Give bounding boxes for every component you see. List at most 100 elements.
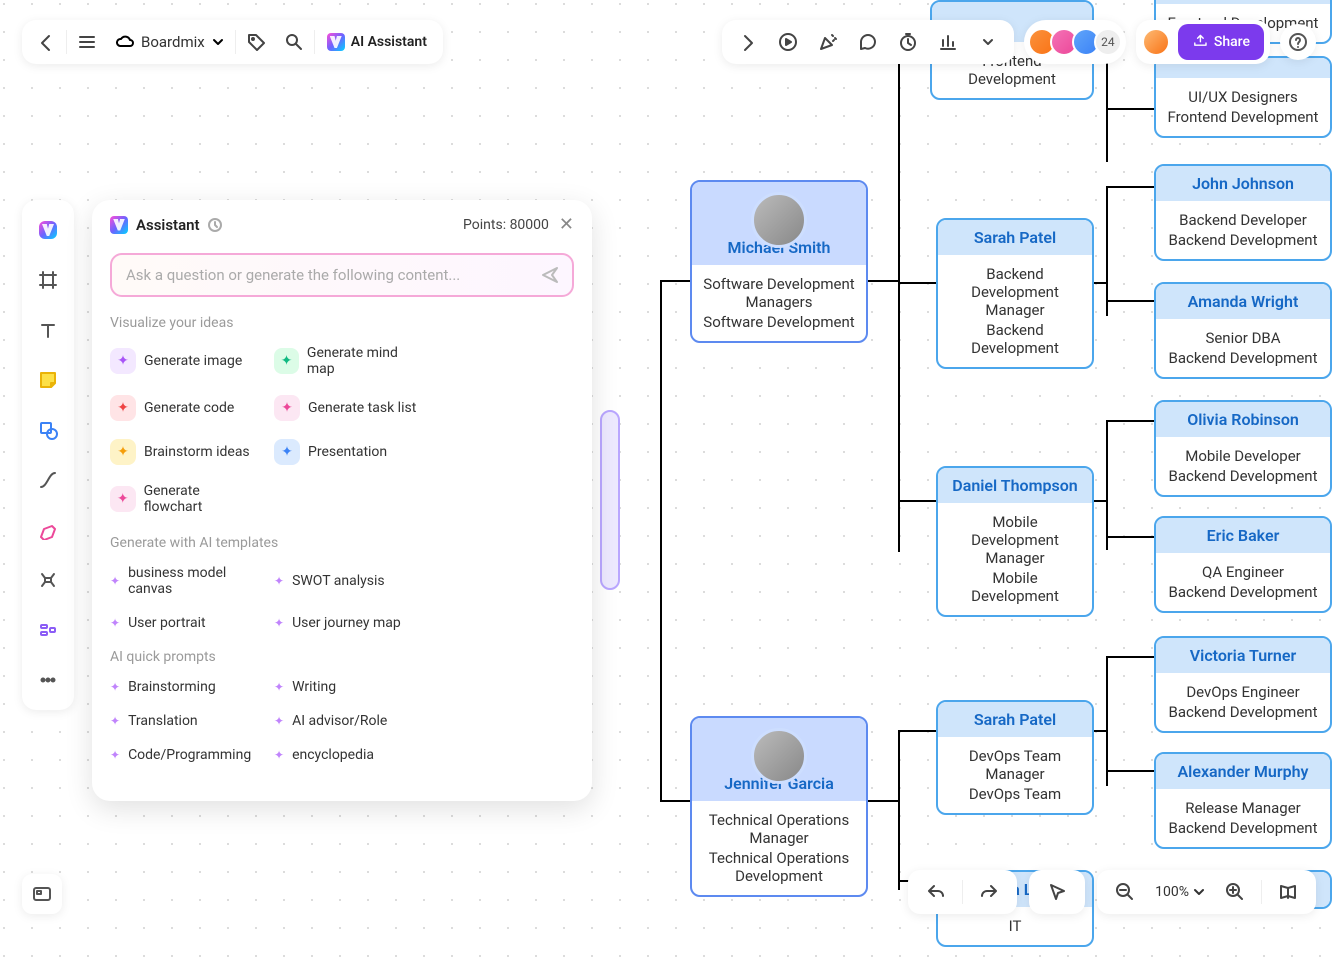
- hamburger-icon: [77, 32, 97, 52]
- prompt-3[interactable]: ✦AI advisor/Role: [274, 709, 424, 733]
- mindmap-tool[interactable]: [26, 558, 70, 602]
- zoom-out-button[interactable]: [1107, 874, 1143, 910]
- template-2[interactable]: ✦User portrait: [110, 611, 260, 635]
- ai-action-1[interactable]: ✦Generate mind map: [274, 341, 424, 381]
- org-node-right-1[interactable]: UI/UX DesignersFrontend Development: [1154, 56, 1332, 138]
- prompt-1[interactable]: ✦Writing: [274, 675, 424, 699]
- ai-tool[interactable]: [26, 208, 70, 252]
- org-node-right-7[interactable]: Alexander MurphyRelease ManagerBackend D…: [1154, 752, 1332, 849]
- frame-tool[interactable]: [26, 258, 70, 302]
- search-button[interactable]: [276, 24, 312, 60]
- prompt-label: Brainstorming: [128, 679, 216, 695]
- close-button[interactable]: ✕: [559, 214, 574, 235]
- page-thumbnails-button[interactable]: [22, 874, 62, 914]
- history-icon[interactable]: [208, 218, 222, 232]
- sticky-tool[interactable]: [26, 358, 70, 402]
- ai-assistant-button[interactable]: AI Assistant: [317, 24, 437, 60]
- node-name: Victoria Turner: [1156, 638, 1330, 673]
- node-name: Alexander Murphy: [1156, 754, 1330, 789]
- presentation-node[interactable]: [600, 410, 620, 590]
- template-0[interactable]: ✦business model canvas: [110, 561, 260, 601]
- text-tool[interactable]: [26, 308, 70, 352]
- left-tool-panel: [22, 200, 74, 710]
- ai-action-6[interactable]: ✦Generate flowchart: [110, 479, 260, 519]
- file-name[interactable]: Boardmix: [107, 24, 233, 60]
- comment-icon: [858, 32, 878, 52]
- zoom-in-button[interactable]: [1217, 874, 1253, 910]
- cloud-icon: [115, 32, 135, 52]
- sparkle-icon: ✦: [274, 574, 284, 588]
- more-button[interactable]: [970, 24, 1006, 60]
- node-role: Technical Operations Manager: [702, 811, 856, 847]
- more-tools[interactable]: [26, 658, 70, 702]
- node-role: UI/UX Designers: [1166, 88, 1320, 106]
- component-tool[interactable]: [26, 608, 70, 652]
- org-node-right-6[interactable]: Victoria TurnerDevOps EngineerBackend De…: [1154, 636, 1332, 733]
- node-dept: Mobile Development: [948, 569, 1082, 605]
- help-button[interactable]: [1280, 24, 1316, 60]
- ai-action-4[interactable]: ✦Brainstorm ideas: [110, 435, 260, 469]
- shape-tool[interactable]: [26, 408, 70, 452]
- org-node-right-4[interactable]: Olivia RobinsonMobile DeveloperBackend D…: [1154, 400, 1332, 497]
- avatar-count: 24: [1094, 28, 1122, 56]
- send-button[interactable]: [536, 261, 564, 289]
- ai-action-5[interactable]: ✦Presentation: [274, 435, 424, 469]
- prompt-5[interactable]: ✦encyclopedia: [274, 743, 424, 767]
- ai-action-3[interactable]: ✦Generate task list: [274, 391, 424, 425]
- org-node-right-5[interactable]: Eric BakerQA EngineerBackend Development: [1154, 516, 1332, 613]
- cursor-tool[interactable]: [1039, 874, 1075, 910]
- undo-button[interactable]: [918, 874, 954, 910]
- share-button[interactable]: Share: [1178, 24, 1264, 60]
- zoom-level[interactable]: 100%: [1151, 884, 1209, 900]
- current-user-avatar[interactable]: [1142, 28, 1170, 56]
- tag-button[interactable]: [238, 24, 274, 60]
- component-icon: [38, 620, 58, 640]
- node-role: DevOps Team Manager: [948, 747, 1082, 783]
- node-role: Backend Development Manager: [948, 265, 1082, 319]
- action-icon: ✦: [274, 439, 300, 465]
- org-node-right-3[interactable]: Amanda WrightSenior DBABackend Developme…: [1154, 282, 1332, 379]
- chart-button[interactable]: [930, 24, 966, 60]
- confetti-button[interactable]: [810, 24, 846, 60]
- chevron-right-icon: [738, 32, 758, 52]
- sparkle-icon: ✦: [274, 616, 284, 630]
- comment-button[interactable]: [850, 24, 886, 60]
- node-dept: Backend Development: [1166, 819, 1320, 837]
- ai-action-2[interactable]: ✦Generate code: [110, 391, 260, 425]
- prompt-2[interactable]: ✦Translation: [110, 709, 260, 733]
- zoom-value: 100%: [1155, 884, 1189, 900]
- node-role: Senior DBA: [1166, 329, 1320, 347]
- play-button[interactable]: [770, 24, 806, 60]
- node-name: Daniel Thompson: [938, 468, 1092, 503]
- back-button[interactable]: [28, 24, 64, 60]
- org-node-jennifer[interactable]: Jennifer Garcia Technical Operations Man…: [690, 716, 868, 897]
- org-node-mid-1[interactable]: Daniel ThompsonMobile Development Manage…: [936, 466, 1094, 617]
- ai-prompt-input[interactable]: [110, 253, 574, 297]
- redo-button[interactable]: [971, 874, 1007, 910]
- node-name: Sarah Patel: [938, 702, 1092, 737]
- pen-tool[interactable]: [26, 508, 70, 552]
- timer-button[interactable]: [890, 24, 926, 60]
- org-node-right-2[interactable]: John JohnsonBackend DeveloperBackend Dev…: [1154, 164, 1332, 261]
- mindmap-icon: [38, 570, 58, 590]
- prompt-4[interactable]: ✦Code/Programming: [110, 743, 260, 767]
- connector-tool[interactable]: [26, 458, 70, 502]
- top-left-toolbar: Boardmix AI Assistant: [22, 20, 443, 64]
- brand-label: Boardmix: [141, 33, 205, 51]
- prompt-label: Translation: [128, 713, 198, 729]
- org-node-mid-2[interactable]: Sarah PatelDevOps Team ManagerDevOps Tea…: [936, 700, 1094, 815]
- node-name: Amanda Wright: [1156, 284, 1330, 319]
- chevron-down-icon: [1193, 886, 1205, 898]
- minimap-button[interactable]: [1270, 874, 1306, 910]
- org-node-mid-0[interactable]: Sarah PatelBackend Development ManagerBa…: [936, 218, 1094, 369]
- action-icon: ✦: [110, 486, 136, 512]
- menu-button[interactable]: [69, 24, 105, 60]
- template-1[interactable]: ✦SWOT analysis: [274, 561, 424, 601]
- collaborators[interactable]: 24: [1024, 20, 1126, 64]
- template-3[interactable]: ✦User journey map: [274, 611, 424, 635]
- section-templates: Generate with AI templates: [110, 535, 574, 551]
- chevron-right-button[interactable]: [730, 24, 766, 60]
- org-node-michael[interactable]: Michael Smith Software Development Manag…: [690, 180, 868, 343]
- ai-action-0[interactable]: ✦Generate image: [110, 341, 260, 381]
- prompt-0[interactable]: ✦Brainstorming: [110, 675, 260, 699]
